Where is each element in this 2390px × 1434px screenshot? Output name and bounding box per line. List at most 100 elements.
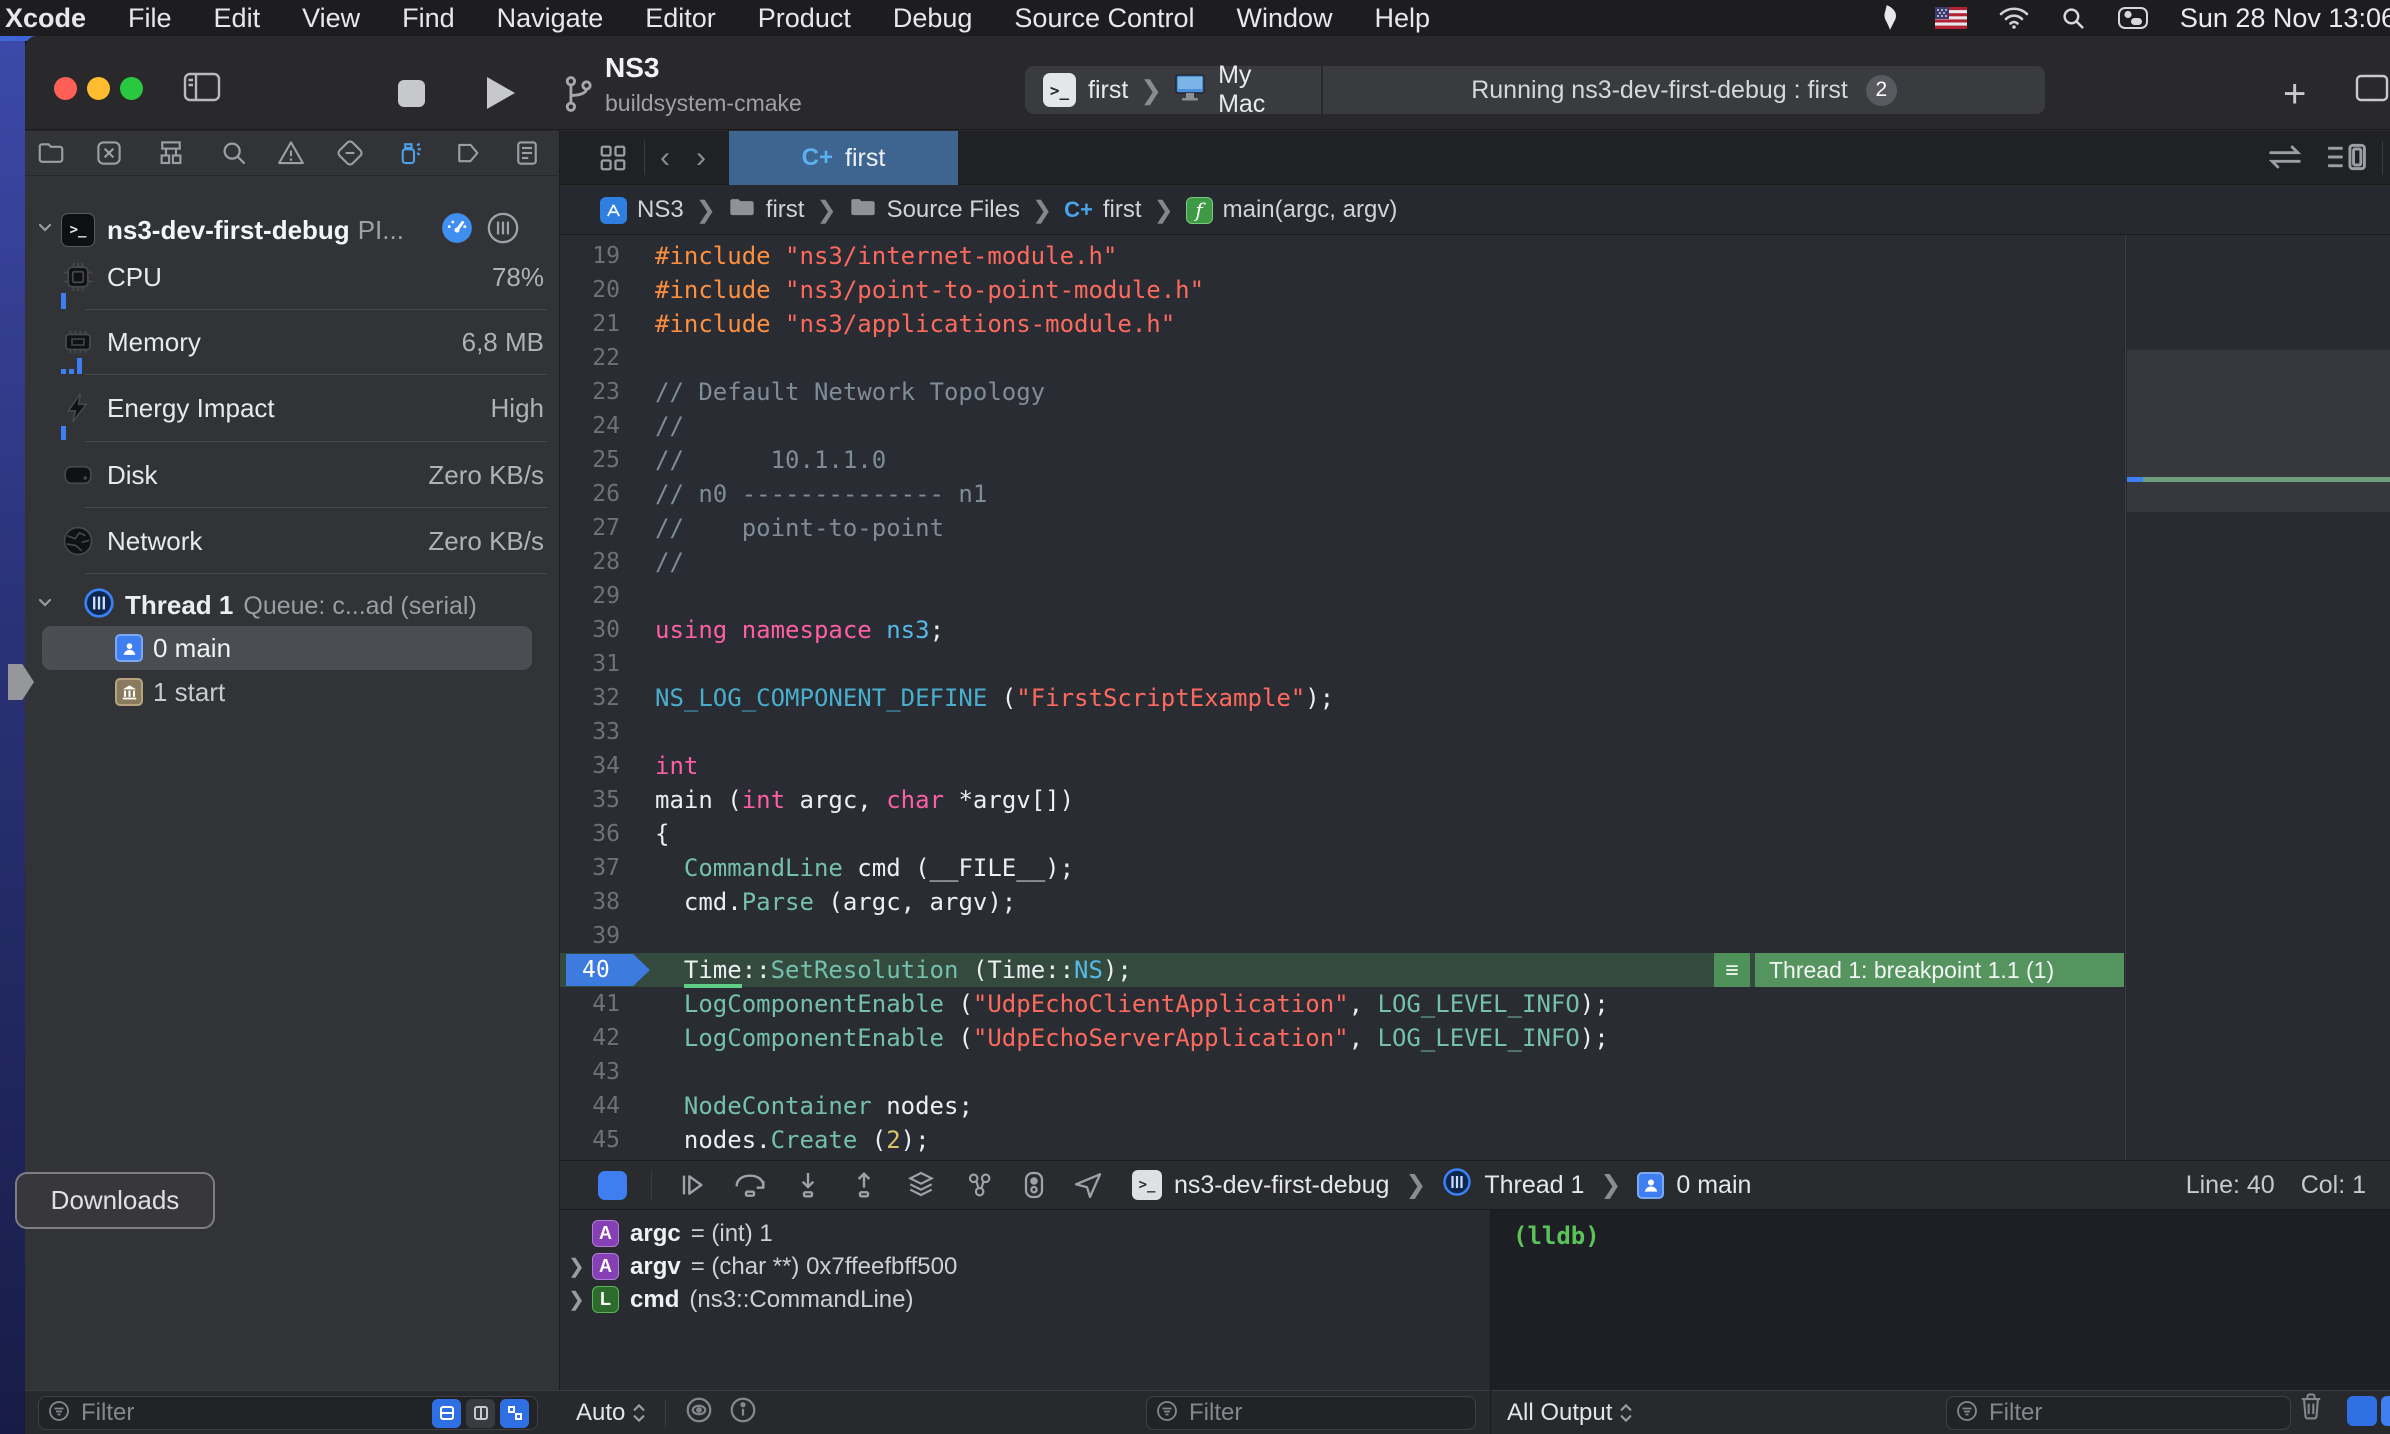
line-number[interactable]: 42 bbox=[560, 1025, 630, 1051]
scheme-selector[interactable]: >_ first ❯ My Mac bbox=[1025, 66, 1321, 114]
line-number[interactable]: 29 bbox=[560, 583, 630, 609]
line-number[interactable]: 19 bbox=[560, 243, 630, 269]
jumpbar-item-first[interactable]: C+first bbox=[1064, 196, 1141, 224]
step-out-icon[interactable] bbox=[848, 1169, 880, 1201]
continue-icon[interactable] bbox=[676, 1169, 708, 1201]
code-line-34[interactable]: 34int bbox=[560, 749, 2124, 783]
code-line-29[interactable]: 29 bbox=[560, 579, 2124, 613]
line-number[interactable]: 23 bbox=[560, 379, 630, 405]
line-number[interactable]: 37 bbox=[560, 855, 630, 881]
code-line-40[interactable]: 40 Time::SetResolution (Time::NS);≡Threa… bbox=[560, 953, 2124, 987]
line-number[interactable]: 21 bbox=[560, 311, 630, 337]
menu-item-window[interactable]: Window bbox=[1216, 3, 1354, 34]
thread-row[interactable]: Thread 1Queue: c...ad (serial) bbox=[25, 583, 560, 627]
gauge-row-cpu[interactable]: CPU78% bbox=[25, 255, 560, 299]
code-line-31[interactable]: 31 bbox=[560, 647, 2124, 681]
issue-navigator-icon[interactable] bbox=[276, 138, 306, 168]
appearance-icon[interactable] bbox=[1020, 1169, 1048, 1201]
menu-item-navigate[interactable]: Navigate bbox=[476, 3, 625, 34]
us-flag-icon[interactable] bbox=[1935, 7, 1967, 29]
console-pane-toggle-icon-2[interactable] bbox=[2381, 1396, 2390, 1426]
report-navigator-icon[interactable] bbox=[512, 138, 542, 168]
line-number[interactable]: 22 bbox=[560, 345, 630, 371]
line-number[interactable]: 36 bbox=[560, 821, 630, 847]
line-number[interactable]: 41 bbox=[560, 991, 630, 1017]
disclosure-chevron-icon[interactable]: ❯ bbox=[568, 1254, 585, 1279]
line-number[interactable]: 25 bbox=[560, 447, 630, 473]
breadcrumb-thread[interactable]: Thread 1 bbox=[1484, 1171, 1584, 1200]
frame-row-1-start[interactable]: 1 start bbox=[25, 670, 560, 714]
gauge-row-disk[interactable]: DiskZero KB/s bbox=[25, 453, 560, 497]
minimap[interactable] bbox=[2125, 235, 2390, 1160]
source-editor[interactable]: 19#include "ns3/internet-module.h"20#inc… bbox=[560, 235, 2124, 1160]
minimize-window-button[interactable] bbox=[87, 77, 110, 100]
editor-layout-icon[interactable] bbox=[2355, 74, 2389, 107]
code-line-30[interactable]: 30using namespace ns3; bbox=[560, 613, 2124, 647]
code-line-22[interactable]: 22 bbox=[560, 341, 2124, 375]
line-number[interactable]: 31 bbox=[560, 651, 630, 677]
menu-item-source-control[interactable]: Source Control bbox=[993, 3, 1215, 34]
code-line-36[interactable]: 36{ bbox=[560, 817, 2124, 851]
line-number[interactable]: 30 bbox=[560, 617, 630, 643]
breakpoint-lines-icon[interactable]: ≡ bbox=[1714, 953, 1750, 987]
filter-view-toggle[interactable] bbox=[466, 1399, 495, 1428]
line-number[interactable]: 33 bbox=[560, 719, 630, 745]
console-filter-field[interactable]: Filter bbox=[1946, 1396, 2291, 1430]
console-output-select[interactable]: All Output bbox=[1507, 1399, 1634, 1427]
line-number[interactable]: 28 bbox=[560, 549, 630, 575]
threads-view-icon[interactable] bbox=[486, 211, 520, 250]
code-line-23[interactable]: 23// Default Network Topology bbox=[560, 375, 2124, 409]
jumpbar-item-source-files[interactable]: Source Files bbox=[849, 195, 1020, 226]
tab-first[interactable]: C+ first bbox=[729, 131, 958, 185]
step-over-icon[interactable] bbox=[732, 1169, 768, 1201]
disclosure-chevron-icon[interactable]: ❯ bbox=[568, 1287, 585, 1312]
activity-viewer[interactable]: Running ns3-dev-first-debug : first 2 bbox=[1323, 66, 2045, 114]
line-number[interactable]: 35 bbox=[560, 787, 630, 813]
menu-item-debug[interactable]: Debug bbox=[872, 3, 994, 34]
symbol-navigator-icon[interactable] bbox=[156, 138, 186, 168]
back-chevron-icon[interactable]: ‹ bbox=[660, 141, 670, 175]
variable-row-argc[interactable]: Aargc= (int) 1 bbox=[560, 1217, 1490, 1250]
variables-filter-field[interactable]: Filter bbox=[1146, 1396, 1476, 1430]
console-pane-toggle-icon[interactable] bbox=[2347, 1396, 2377, 1426]
memory-graph-icon[interactable] bbox=[962, 1169, 996, 1201]
line-number[interactable]: 24 bbox=[560, 413, 630, 439]
code-line-25[interactable]: 25// 10.1.1.0 bbox=[560, 443, 2124, 477]
gauge-row-energy-impact[interactable]: Energy ImpactHigh bbox=[25, 386, 560, 430]
find-navigator-icon[interactable] bbox=[219, 138, 249, 168]
run-button[interactable] bbox=[487, 77, 515, 109]
menu-item-edit[interactable]: Edit bbox=[193, 3, 282, 34]
gauge-row-memory[interactable]: Memory6,8 MB bbox=[25, 320, 560, 364]
code-line-28[interactable]: 28// bbox=[560, 545, 2124, 579]
menu-item-find[interactable]: Find bbox=[381, 3, 476, 34]
menu-item-xcode[interactable]: Xcode bbox=[0, 3, 107, 34]
jumpbar-item-main-argc-argv-[interactable]: fmain(argc, argv) bbox=[1186, 196, 1398, 224]
jumpbar-item-first[interactable]: first bbox=[728, 195, 805, 226]
code-line-27[interactable]: 27// point-to-point bbox=[560, 511, 2124, 545]
variables-scope-select[interactable]: Auto bbox=[576, 1399, 647, 1427]
gauge-row-network[interactable]: NetworkZero KB/s bbox=[25, 519, 560, 563]
swap-editor-icon[interactable] bbox=[2265, 141, 2305, 178]
line-number[interactable]: 43 bbox=[560, 1059, 630, 1085]
code-line-35[interactable]: 35main (int argc, char *argv[]) bbox=[560, 783, 2124, 817]
sidebar-toggle-icon[interactable] bbox=[183, 72, 221, 107]
filter-flag-toggle[interactable] bbox=[500, 1399, 529, 1428]
code-line-44[interactable]: 44 NodeContainer nodes; bbox=[560, 1089, 2124, 1123]
code-line-19[interactable]: 19#include "ns3/internet-module.h" bbox=[560, 239, 2124, 273]
code-line-43[interactable]: 43 bbox=[560, 1055, 2124, 1089]
code-line-21[interactable]: 21#include "ns3/applications-module.h" bbox=[560, 307, 2124, 341]
code-line-41[interactable]: 41 LogComponentEnable ("UdpEchoClientApp… bbox=[560, 987, 2124, 1021]
disclosure-chevron-icon[interactable] bbox=[35, 218, 55, 243]
zoom-window-button[interactable] bbox=[120, 77, 143, 100]
frame-row-0-main[interactable]: 0 main bbox=[25, 626, 560, 670]
code-line-33[interactable]: 33 bbox=[560, 715, 2124, 749]
spotlight-icon[interactable] bbox=[2061, 6, 2086, 31]
test-navigator-icon[interactable] bbox=[335, 138, 365, 168]
step-into-icon[interactable] bbox=[792, 1169, 824, 1201]
console-view[interactable]: (lldb) All Output Filter bbox=[1490, 1210, 2390, 1434]
disclosure-chevron-icon[interactable] bbox=[35, 593, 55, 618]
code-line-24[interactable]: 24// bbox=[560, 409, 2124, 443]
gauge-icon[interactable] bbox=[440, 211, 474, 250]
filter-running-toggle[interactable] bbox=[432, 1399, 461, 1428]
line-number[interactable]: 32 bbox=[560, 685, 630, 711]
